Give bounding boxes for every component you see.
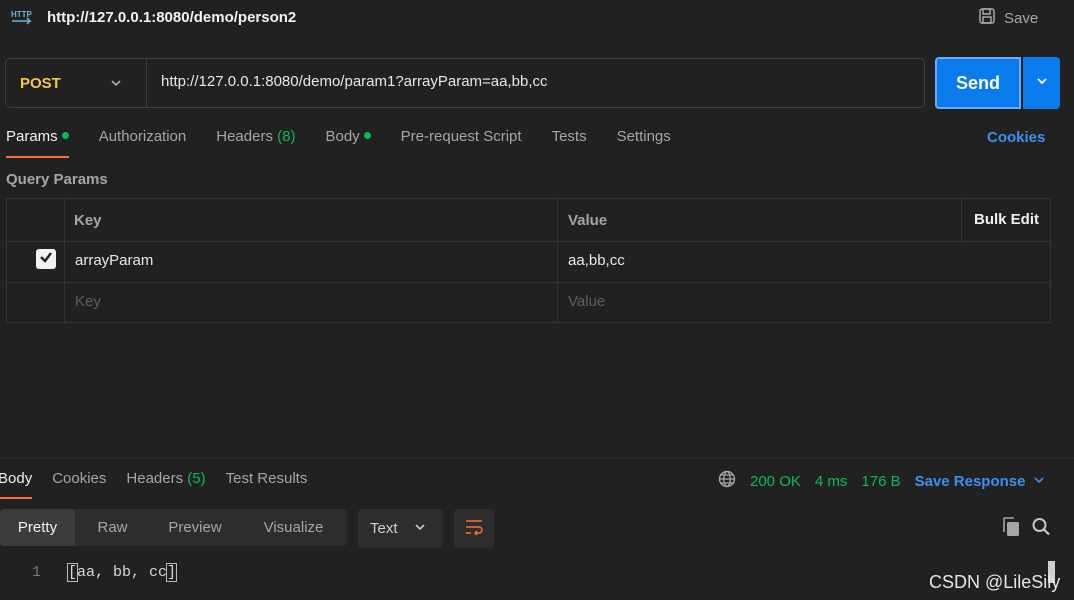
response-meta: 200 OK 4 ms 176 B Save Response: [718, 470, 1045, 492]
table-divider: [557, 199, 558, 322]
chevron-down-icon: [414, 520, 426, 537]
status-code[interactable]: 200 OK: [750, 473, 801, 490]
wrap-lines-button[interactable]: [454, 509, 494, 548]
method-label: POST: [20, 74, 61, 92]
resp-headers-count: (5): [187, 470, 206, 487]
resp-tab-cookies[interactable]: Cookies: [52, 470, 106, 487]
param-enabled-checkbox[interactable]: [36, 249, 56, 269]
code-bracket-close: ]: [166, 563, 178, 582]
tab-body-label: Body: [325, 128, 360, 145]
save-button[interactable]: Save: [978, 7, 1038, 29]
method-select[interactable]: POST: [6, 59, 146, 107]
code-bracket-open: [: [66, 563, 79, 582]
format-preview[interactable]: Preview: [150, 509, 240, 546]
send-options-button[interactable]: [1023, 57, 1060, 109]
url-bar: POST: [5, 58, 925, 108]
save-label: Save: [1004, 9, 1039, 27]
tab-body[interactable]: Body: [325, 128, 371, 158]
resp-tab-test-results[interactable]: Test Results: [226, 470, 308, 487]
tab-tests-label: Tests: [551, 128, 587, 145]
chevron-down-icon: [1033, 473, 1045, 490]
search-icon[interactable]: [1031, 516, 1051, 538]
response-size[interactable]: 176 B: [861, 473, 900, 490]
table-divider: [7, 282, 1050, 283]
save-response-label: Save Response: [914, 472, 1026, 490]
resp-tab-headers[interactable]: Headers (5): [126, 470, 205, 487]
tab-tests[interactable]: Tests: [552, 128, 587, 158]
new-value-input[interactable]: Value: [568, 293, 605, 310]
param-value-cell[interactable]: aa,bb,cc: [568, 252, 625, 269]
content-type-select[interactable]: Text: [358, 509, 443, 548]
cookies-link[interactable]: Cookies: [987, 129, 1045, 146]
svg-text:HTTP: HTTP: [11, 10, 33, 19]
chevron-down-icon: [109, 76, 123, 94]
params-indicator: [61, 131, 69, 139]
request-title[interactable]: http://127.0.0.1:8080/demo/person2: [47, 9, 296, 26]
format-raw[interactable]: Raw: [75, 509, 150, 546]
format-visualize[interactable]: Visualize: [240, 509, 347, 546]
tab-authorization-label: Authorization: [98, 128, 187, 145]
save-icon: [978, 7, 996, 29]
headers-count: (8): [277, 128, 296, 145]
checkmark-icon: [38, 249, 54, 269]
column-header-key: Key: [74, 212, 102, 229]
line-number: 1: [32, 564, 42, 581]
body-indicator: [363, 131, 371, 139]
tab-headers-label: Headers: [216, 128, 273, 145]
query-params-title: Query Params: [6, 171, 108, 188]
chevron-down-icon: [1035, 74, 1049, 92]
tab-settings-label: Settings: [616, 128, 671, 145]
watermark: CSDN @LileSily: [929, 572, 1061, 592]
response-body[interactable]: [aa, bb, cc]: [66, 563, 178, 582]
http-icon: HTTP: [10, 6, 34, 28]
format-pretty[interactable]: Pretty: [0, 509, 75, 546]
save-response-button[interactable]: Save Response: [915, 473, 1046, 490]
table-divider: [7, 241, 1050, 242]
request-tabs: Params Authorization Headers (8) Body Pr…: [6, 128, 701, 158]
response-tabs: Body Cookies Headers (5) Test Results: [0, 470, 327, 499]
url-separator: [146, 59, 147, 107]
param-key-cell[interactable]: arrayParam: [75, 252, 153, 269]
tab-settings[interactable]: Settings: [617, 128, 671, 158]
send-button[interactable]: Send: [935, 57, 1021, 109]
resp-tab-test-results-label: Test Results: [225, 470, 308, 487]
resp-tab-body-label: Body: [0, 470, 33, 487]
response-divider[interactable]: [0, 458, 1074, 459]
response-time[interactable]: 4 ms: [815, 473, 848, 490]
code-content: aa, bb, cc: [77, 564, 168, 581]
resp-tab-body[interactable]: Body: [0, 470, 33, 499]
send-label: Send: [955, 72, 1000, 93]
tab-params[interactable]: Params: [6, 128, 69, 158]
resp-tab-cookies-label: Cookies: [52, 470, 107, 487]
url-input[interactable]: [161, 73, 901, 90]
content-type-label: Text: [370, 520, 398, 537]
table-divider: [64, 199, 65, 322]
query-params-table: Key Value Bulk Edit arrayParam aa,bb,cc …: [6, 198, 1051, 323]
column-header-value: Value: [568, 212, 608, 229]
globe-icon[interactable]: [718, 470, 736, 492]
tab-params-label: Params: [6, 128, 58, 145]
bulk-edit-button[interactable]: Bulk Edit: [974, 211, 1039, 228]
tab-authorization[interactable]: Authorization: [99, 128, 187, 158]
copy-icon[interactable]: [1001, 516, 1021, 538]
tab-prerequest-label: Pre-request Script: [400, 128, 522, 145]
format-tabs: Pretty Raw Preview Visualize: [0, 509, 347, 546]
tab-prerequest[interactable]: Pre-request Script: [401, 128, 522, 158]
table-divider: [961, 199, 962, 241]
new-key-input[interactable]: Key: [75, 293, 101, 310]
wrap-lines-icon: [464, 518, 484, 540]
resp-tab-headers-label: Headers: [126, 470, 184, 487]
tab-headers[interactable]: Headers (8): [216, 128, 295, 158]
